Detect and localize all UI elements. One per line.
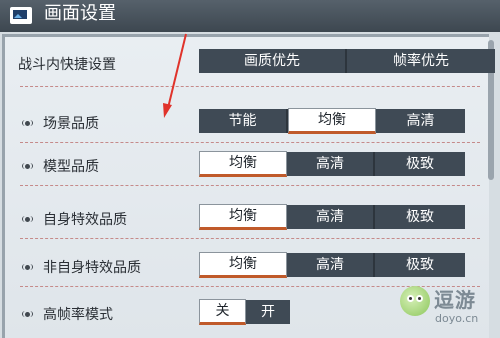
watermark: 逗游 doyo.cn [394, 282, 498, 334]
doyo-logo-icon [400, 286, 430, 316]
watermark-url: doyo.cn [435, 312, 479, 325]
watermark-name: 逗游 [434, 288, 476, 312]
